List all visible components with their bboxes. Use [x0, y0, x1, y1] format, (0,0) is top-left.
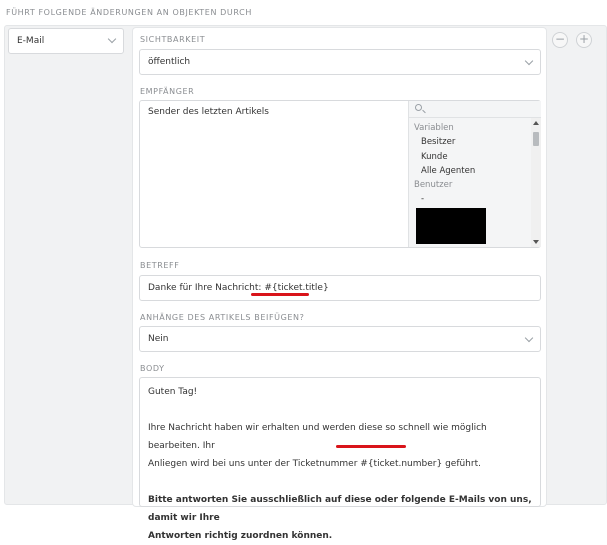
- subject-label: BETREFF: [140, 261, 180, 270]
- recipient-selected[interactable]: Sender des letzten Artikels: [148, 107, 269, 117]
- visibility-select[interactable]: öffentlich: [139, 49, 541, 75]
- option-alle-agenten[interactable]: Alle Agenten: [421, 166, 475, 176]
- redacted-block: [416, 208, 486, 244]
- attachments-label: ANHÄNGE DES ARTIKELS BEIFÜGEN?: [140, 313, 305, 322]
- section-title: FÜHRT FOLGENDE ÄNDERUNGEN AN OBJEKTEN DU…: [6, 8, 252, 17]
- ticket-number-underline: [336, 445, 406, 448]
- search-icon: [415, 104, 422, 111]
- visibility-value: öffentlich: [148, 57, 191, 67]
- option-besitzer[interactable]: Besitzer: [421, 137, 455, 147]
- attachments-value: Nein: [148, 334, 169, 344]
- subject-prefix: Danke für Ihre Nachricht:: [148, 283, 265, 293]
- remove-row-button[interactable]: −: [552, 32, 568, 48]
- action-type-select[interactable]: E-Mail: [8, 28, 124, 54]
- body-para2-line1: Bitte antworten Sie ausschließlich auf d…: [148, 495, 532, 523]
- chevron-down-icon: [107, 34, 117, 44]
- add-row-button[interactable]: +: [576, 32, 592, 48]
- listbox-scrollbar[interactable]: [531, 118, 541, 247]
- subject-variable: #{ticket.title}: [264, 283, 329, 293]
- subject-input[interactable]: Danke für Ihre Nachricht: #{ticket.title…: [139, 275, 541, 301]
- body-para1-end: geführt.: [442, 459, 481, 469]
- body-editor[interactable]: Guten Tag! Ihre Nachricht haben wir erha…: [139, 377, 541, 541]
- body-label: BODY: [140, 364, 165, 373]
- scroll-down-arrow-icon[interactable]: [533, 240, 539, 244]
- subject-variable-underline: [251, 293, 309, 296]
- body-para1-line2: Anliegen wird bei uns unter der Ticketnu…: [148, 459, 361, 469]
- chevron-down-icon: [524, 333, 534, 343]
- action-type-value: E-Mail: [17, 36, 45, 46]
- body-para1-line1: Ihre Nachricht haben wir erhalten und we…: [148, 423, 487, 451]
- ticket-number-variable: #{ticket.number}: [360, 459, 443, 469]
- recipient-label: EMPFÄNGER: [140, 87, 195, 96]
- body-greeting: Guten Tag!: [148, 387, 198, 397]
- visibility-label: SICHTBARKEIT: [140, 35, 206, 44]
- body-para2-line2: Antworten richtig zuordnen können.: [148, 531, 333, 541]
- scroll-up-arrow-icon[interactable]: [533, 121, 539, 125]
- group-benutzer: Benutzer: [414, 180, 453, 190]
- attachments-select[interactable]: Nein: [139, 326, 541, 352]
- option-kunde[interactable]: Kunde: [421, 152, 448, 162]
- scroll-thumb[interactable]: [533, 132, 539, 146]
- recipient-search[interactable]: [409, 101, 541, 118]
- option-dash[interactable]: -: [421, 194, 424, 204]
- chevron-down-icon: [524, 56, 534, 66]
- group-variablen: Variablen: [414, 123, 454, 133]
